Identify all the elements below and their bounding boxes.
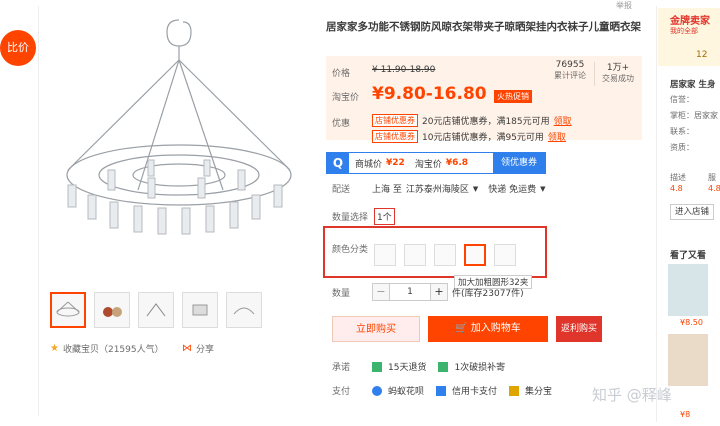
mall-price: ¥22 [386, 158, 405, 168]
promise-label: 承诺 [332, 363, 351, 373]
coupon-tag: 店铺优惠券 [372, 130, 418, 143]
hot-badge: 火热促销 [494, 90, 532, 103]
favorite-button[interactable]: ★ 收藏宝贝（21595人气） [50, 342, 164, 355]
huabei-icon [372, 385, 382, 396]
enter-shop-button[interactable]: 进入店铺 [670, 204, 714, 220]
score-label: 描述 [670, 173, 686, 182]
shop-row-credit: 信誉： [670, 95, 694, 104]
shop-row-contact: 联系： [670, 127, 694, 136]
quantity-input[interactable]: 1 [390, 283, 430, 301]
share-label: 分享 [196, 345, 215, 355]
coupon-text: 10元店铺优惠券，满95元可用 [422, 133, 544, 143]
score-value: 4.8 [708, 184, 720, 193]
mall-price-label: 商城价 [355, 159, 383, 170]
shop-number: 12 [696, 50, 708, 60]
taobao-compare-label: 淘宝价 [414, 159, 442, 170]
gold-seller-badge: 金牌卖家 [670, 16, 710, 27]
payment-item: 信用卡支付 [452, 387, 498, 397]
delivery-destination[interactable]: 江苏泰州海陵区 [406, 182, 469, 195]
compare-logo-icon: Q [327, 153, 349, 173]
recommend-image-2[interactable] [668, 334, 708, 386]
payment-item: 蚂蚁花呗 [388, 387, 425, 397]
highlight-box [323, 226, 547, 278]
cart-icon: 🛒 [455, 323, 471, 334]
sales-label: 交易成功 [602, 74, 634, 83]
reviews-label: 累计评论 [554, 71, 586, 80]
payment-item: 集分宝 [525, 387, 553, 397]
promise-item: 1次破损补寄 [454, 363, 506, 373]
gold-seller-sub: 我的全部 [670, 27, 698, 35]
score-value: 4.8 [670, 184, 683, 193]
reviews-count: 76955 [555, 60, 585, 70]
coupon-tag: 店铺优惠券 [372, 114, 418, 127]
watermark: 知乎 @释峰 [592, 386, 672, 404]
stock-text: 件(库存23077件) [452, 288, 524, 299]
rebate-buy-button[interactable]: 返利购买 [556, 316, 602, 342]
thumbnail-2[interactable] [94, 292, 130, 328]
report-link[interactable]: 举报 [616, 0, 632, 11]
score-label: 服 [708, 173, 716, 182]
shop-row-owner: 掌柜：居家家 [670, 111, 718, 120]
thumbnail-1[interactable] [50, 292, 86, 328]
payment-label: 支付 [332, 387, 351, 397]
qty-label: 数量 [332, 289, 351, 299]
stat-divider [594, 62, 595, 86]
coupon-text: 20元店铺优惠券，满185元可用 [422, 117, 550, 127]
current-price: ¥9.80-16.80 [372, 84, 487, 104]
increase-button[interactable]: + [430, 283, 448, 301]
delivery-label: 配送 [332, 185, 351, 195]
claim-coupon-link[interactable]: 领取 [554, 114, 572, 127]
price-compare-bar: Q 商城价 ¥22 淘宝价 ¥6.8 领优惠券 [326, 152, 546, 174]
credit-card-icon [436, 385, 447, 396]
original-price: ¥ 11.90-18.90 [372, 65, 436, 75]
quantity-stepper: − 1 + 件(库存23077件) [372, 283, 524, 301]
promo-label: 优惠 [332, 119, 351, 129]
quantity-option[interactable]: 1个 [374, 208, 395, 225]
delivery-express: 快递 免运费 [488, 185, 537, 195]
star-icon: ★ [50, 343, 59, 354]
thumbnail-5[interactable] [226, 292, 262, 328]
recommend-image-1[interactable] [668, 264, 708, 316]
add-to-cart-button[interactable]: 🛒 加入购物车 [428, 316, 548, 342]
delivery-from: 上海 至 [372, 185, 402, 195]
also-seen-heading: 看了又看 [670, 251, 707, 261]
share-icon: ⋈ [182, 343, 192, 354]
taobao-compare-price: ¥6.8 [445, 158, 469, 168]
share-button[interactable]: ⋈ 分享 [182, 342, 214, 355]
compare-price-tag[interactable]: 比价 [0, 30, 36, 66]
thumbnail-4[interactable] [182, 292, 218, 328]
payment-row: 蚂蚁花呗 信用卡支付 集分宝 [372, 384, 552, 397]
coupon-row-2: 店铺优惠券 10元店铺优惠券，满95元可用 领取 [372, 130, 566, 143]
coupon-row-1: 店铺优惠券 20元店铺优惠券，满185元可用 领取 [372, 114, 572, 127]
sales-count: 1万+ [606, 63, 630, 73]
favorite-label: 收藏宝贝（21595人气） [62, 345, 164, 355]
shop-row-qualification: 资质： [670, 143, 694, 152]
return-icon [372, 361, 382, 372]
promise-row: 15天退货 1次破损补寄 [372, 360, 505, 373]
jifenbao-icon [509, 385, 520, 396]
reviews-stat[interactable]: 76955 累计评论 [548, 60, 592, 81]
delivery-row: 上海 至 江苏泰州海陵区 ▼ 快递 免运费 ▼ [372, 182, 546, 196]
shop-name[interactable]: 居家家 生身 [670, 78, 715, 90]
taobao-price-label: 淘宝价 [332, 93, 360, 103]
promise-item: 15天退货 [388, 363, 427, 373]
recommend-price: ¥8 [680, 410, 691, 419]
recommend-price: ¥8.50 [680, 318, 703, 327]
get-coupon-button[interactable]: 领优惠券 [492, 153, 545, 173]
thumbnail-3[interactable] [138, 292, 174, 328]
add-to-cart-label: 加入购物车 [470, 323, 521, 334]
sales-stat: 1万+ 交易成功 [596, 60, 640, 84]
buy-now-button[interactable]: 立即购买 [332, 316, 420, 342]
thumbnail-strip [50, 292, 262, 328]
quantity-select-label: 数量选择 [332, 213, 369, 223]
claim-coupon-link[interactable]: 领取 [548, 130, 566, 143]
decrease-button[interactable]: − [372, 283, 390, 301]
product-main-image[interactable] [48, 10, 310, 272]
chevron-down-icon: ▼ [472, 184, 479, 193]
damage-icon [438, 361, 449, 372]
price-label: 价格 [332, 69, 351, 79]
chevron-down-icon: ▼ [540, 184, 546, 193]
product-title: 居家家多功能不锈钢防风晾衣架带夹子晾晒架挂内衣袜子儿童晒衣架 [326, 21, 641, 33]
